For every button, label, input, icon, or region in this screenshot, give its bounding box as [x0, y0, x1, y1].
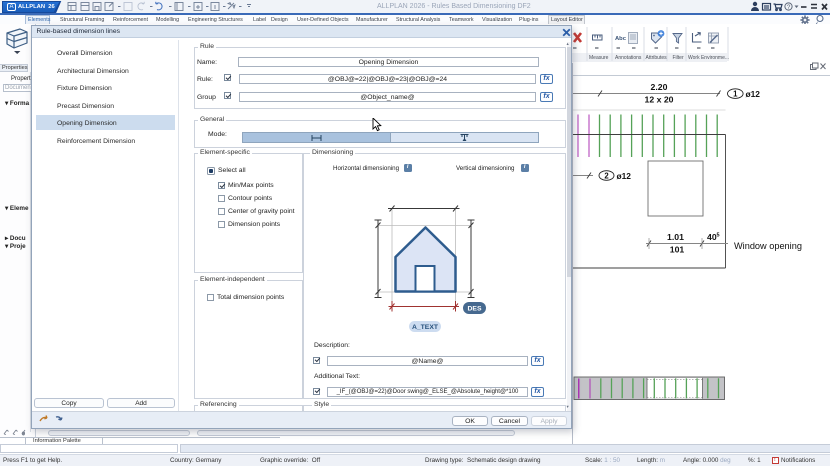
svg-text:1.01: 1.01	[667, 232, 684, 242]
svg-text:ø12: ø12	[746, 89, 761, 99]
svg-text:2.20: 2.20	[651, 82, 668, 92]
svg-text:101: 101	[670, 245, 685, 255]
svg-text:12 x 20: 12 x 20	[645, 95, 674, 105]
svg-text:DES: DES	[468, 305, 482, 312]
svg-text:2: 2	[604, 172, 609, 181]
svg-text:1: 1	[733, 90, 738, 99]
svg-text:5: 5	[717, 233, 720, 239]
svg-text:?: ?	[787, 4, 791, 11]
svg-text:Window opening: Window opening	[734, 241, 802, 251]
svg-text:e: e	[22, 431, 25, 436]
svg-text:A_TEXT: A_TEXT	[412, 324, 439, 331]
svg-text:40: 40	[707, 232, 717, 242]
svg-text:Abc: Abc	[615, 36, 627, 42]
svg-text:ø12: ø12	[617, 171, 632, 181]
